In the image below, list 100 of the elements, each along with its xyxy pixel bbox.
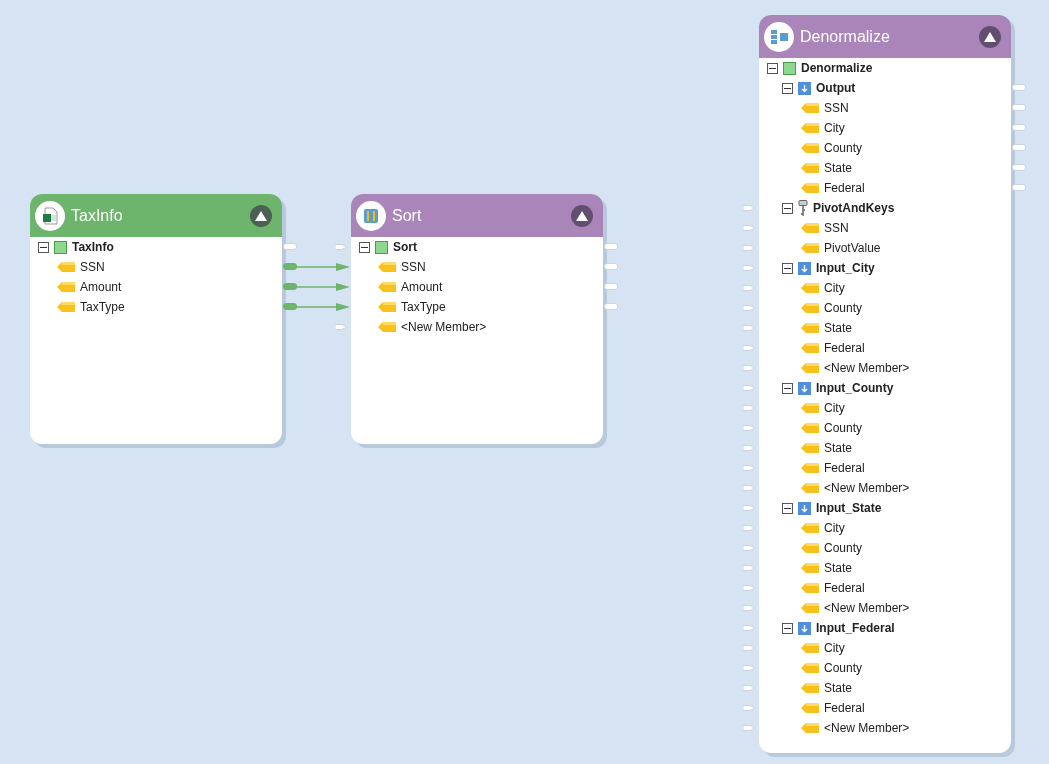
input-port[interactable]: [743, 324, 756, 332]
member-label: <New Member>: [824, 481, 910, 495]
group-label: Input_Federal: [816, 621, 895, 635]
tag-icon: [57, 262, 75, 272]
member-label: Federal: [824, 461, 865, 475]
output-port[interactable]: [1012, 184, 1026, 191]
input-port[interactable]: [743, 484, 756, 492]
collapse-toggle[interactable]: [767, 62, 778, 74]
output-port[interactable]: [1012, 104, 1026, 111]
down-arrow-icon: [798, 381, 811, 395]
tag-icon: [801, 163, 819, 173]
member-label: <New Member>: [824, 361, 910, 375]
output-port[interactable]: [1012, 124, 1026, 131]
member-label: City: [824, 121, 845, 135]
member-label: County: [824, 421, 863, 435]
collapse-toggle[interactable]: [38, 241, 49, 253]
input-port[interactable]: [743, 384, 756, 392]
down-arrow-icon: [798, 261, 811, 275]
input-port[interactable]: [743, 464, 756, 472]
input-port[interactable]: [743, 244, 756, 252]
output-port[interactable]: [1012, 144, 1026, 151]
output-port[interactable]: [604, 243, 618, 250]
input-port[interactable]: [743, 344, 756, 352]
tag-icon: [801, 563, 819, 573]
collapse-toggle[interactable]: [782, 382, 793, 394]
member-label: City: [824, 401, 845, 415]
input-port[interactable]: [743, 504, 756, 512]
tag-icon: [378, 262, 396, 272]
tag-icon: [801, 683, 819, 693]
tag-icon: [801, 303, 819, 313]
input-port[interactable]: [743, 284, 756, 292]
collapse-toggle[interactable]: [782, 262, 793, 274]
tag-icon: [801, 223, 819, 233]
tag-icon: [378, 282, 396, 292]
member-label: County: [824, 141, 863, 155]
group-label: Input_City: [816, 261, 875, 275]
member-label: County: [824, 541, 863, 555]
tag-icon: [801, 543, 819, 553]
collapse-toggle[interactable]: [782, 502, 793, 514]
member-label: SSN: [80, 260, 105, 274]
input-port[interactable]: [743, 424, 756, 432]
input-port[interactable]: [743, 304, 756, 312]
input-port[interactable]: [743, 264, 756, 272]
member-label: PivotValue: [824, 241, 881, 255]
group-label: Sort: [393, 240, 417, 254]
tag-icon: [378, 322, 396, 332]
collapse-toggle[interactable]: [782, 622, 793, 634]
output-port[interactable]: [283, 303, 297, 310]
input-port[interactable]: [743, 404, 756, 412]
tag-icon: [801, 143, 819, 153]
collapse-button[interactable]: [979, 25, 1001, 48]
tag-icon: [801, 443, 819, 453]
member-label: SSN: [401, 260, 426, 274]
output-port[interactable]: [604, 303, 618, 310]
output-port[interactable]: [1012, 164, 1026, 171]
member-label: State: [824, 321, 853, 335]
input-port[interactable]: [743, 564, 756, 572]
input-port[interactable]: [743, 684, 756, 692]
up-triangle-icon: [984, 31, 996, 42]
output-port[interactable]: [604, 283, 618, 290]
member-label: State: [824, 561, 853, 575]
input-port[interactable]: [743, 204, 756, 212]
collapse-button[interactable]: [250, 204, 272, 227]
input-port[interactable]: [743, 224, 756, 232]
input-port[interactable]: [743, 704, 756, 712]
node-title: TaxInfo: [71, 206, 124, 225]
input-port[interactable]: [743, 604, 756, 612]
group-label: PivotAndKeys: [813, 201, 895, 215]
output-port[interactable]: [1012, 84, 1026, 91]
member-label: City: [824, 521, 845, 535]
member-label: Amount: [80, 280, 122, 294]
tag-icon: [801, 463, 819, 473]
input-port[interactable]: [743, 524, 756, 532]
collapse-toggle[interactable]: [359, 241, 370, 253]
denormalize-icon: [764, 21, 794, 52]
input-port[interactable]: [743, 664, 756, 672]
output-port[interactable]: [283, 243, 297, 250]
member-label: State: [824, 681, 853, 695]
collapse-button[interactable]: [571, 204, 593, 227]
input-port[interactable]: [743, 724, 756, 732]
input-port[interactable]: [743, 624, 756, 632]
tag-icon: [801, 283, 819, 293]
member-label: City: [824, 641, 845, 655]
input-port[interactable]: [743, 364, 756, 372]
input-port[interactable]: [743, 544, 756, 552]
output-port[interactable]: [283, 263, 297, 270]
collapse-toggle[interactable]: [782, 202, 793, 214]
tag-icon: [801, 123, 819, 133]
member-label: Federal: [824, 581, 865, 595]
input-port[interactable]: [335, 243, 348, 251]
input-port[interactable]: [743, 644, 756, 652]
output-port[interactable]: [283, 283, 297, 290]
input-port[interactable]: [335, 323, 348, 331]
member-label: <New Member>: [401, 320, 487, 334]
collapse-toggle[interactable]: [782, 82, 793, 94]
output-port[interactable]: [604, 263, 618, 270]
input-port[interactable]: [743, 444, 756, 452]
member-label: SSN: [824, 221, 849, 235]
input-port[interactable]: [743, 584, 756, 592]
tag-icon: [378, 302, 396, 312]
